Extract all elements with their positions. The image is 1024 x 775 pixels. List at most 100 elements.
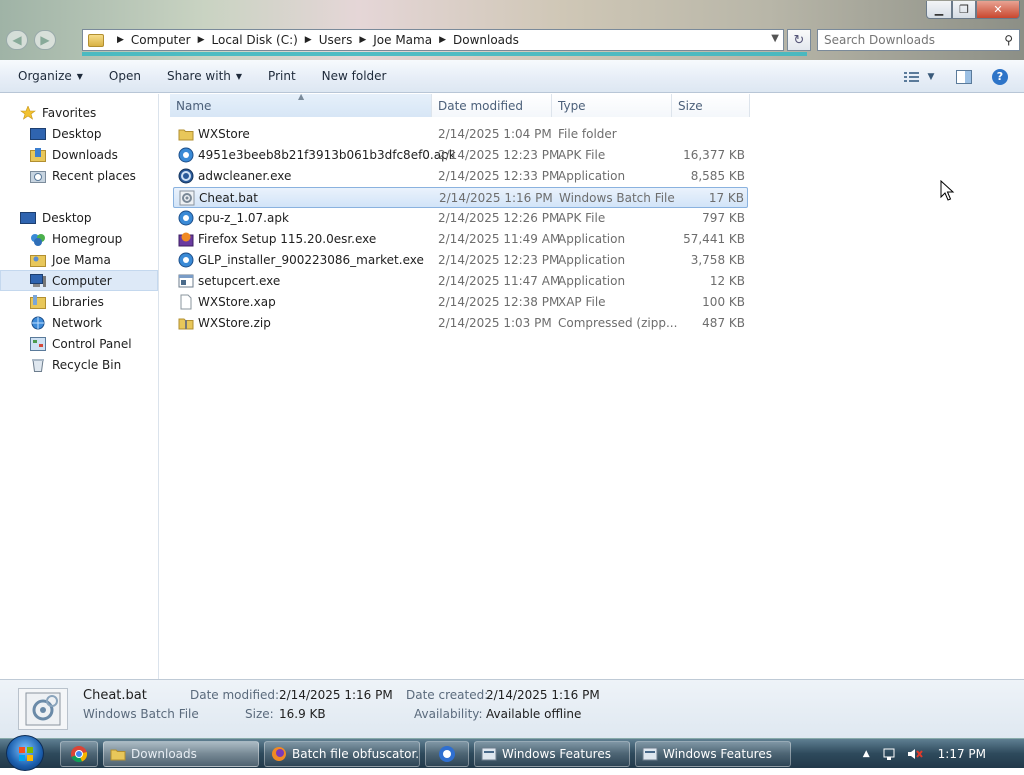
file-row[interactable]: GLP_installer_900223086_market.exe 2/14/… — [173, 250, 748, 271]
nav-libraries[interactable]: Libraries — [0, 291, 158, 312]
folder-icon — [178, 126, 194, 142]
chevron-right-icon[interactable]: ▶ — [359, 35, 366, 45]
taskbar-windows-features-2[interactable]: Windows Features — [635, 741, 791, 767]
file-type: XAP File — [558, 295, 606, 309]
nav-control-panel-label: Control Panel — [52, 336, 132, 351]
file-type: Application — [558, 253, 626, 267]
file-type: File folder — [558, 127, 617, 141]
nav-joe-mama[interactable]: Joe Mama — [0, 249, 158, 270]
search-box[interactable]: ⚲ — [817, 29, 1020, 51]
taskbar-batch-obfuscator[interactable]: Batch file obfuscator... — [264, 741, 420, 767]
taskbar-downloads-label: Downloads — [131, 747, 197, 761]
share-with-label: Share with — [166, 69, 231, 83]
file-row[interactable]: 4951e3beeb8b21f3913b061b3dfc8ef0.apk 2/1… — [173, 145, 748, 166]
maximize-button[interactable]: ❐ — [952, 1, 976, 19]
open-button[interactable]: Open — [100, 60, 150, 92]
new-folder-label: New folder — [321, 69, 387, 83]
address-bar[interactable]: ▶ Computer ▶ Local Disk (C:) ▶ Users ▶ J… — [82, 29, 784, 51]
help-button[interactable]: ? — [988, 67, 1012, 87]
chevron-right-icon[interactable]: ▶ — [439, 35, 446, 45]
file-date: 2/14/2025 12:33 PM — [438, 169, 560, 183]
file-size: 487 KB — [702, 316, 745, 330]
change-view-button[interactable] — [900, 67, 924, 87]
batch-file-icon — [179, 190, 195, 206]
nav-network[interactable]: Network — [0, 312, 158, 333]
preview-pane-button[interactable] — [952, 67, 976, 87]
volume-muted-icon[interactable] — [906, 746, 924, 762]
nav-recycle-bin[interactable]: Recycle Bin — [0, 354, 158, 375]
taskbar-windows-features-1[interactable]: Windows Features — [474, 741, 630, 767]
desktop-icon — [30, 127, 46, 141]
sort-ascending-icon: ▲ — [298, 92, 305, 101]
network-tray-icon[interactable] — [882, 746, 898, 762]
file-type: Application — [558, 274, 626, 288]
nav-downloads[interactable]: Downloads — [0, 144, 158, 165]
details-file-name: Cheat.bat — [83, 688, 147, 703]
taskbar-winfeat1-label: Windows Features — [502, 747, 611, 761]
details-date-created: 2/14/2025 1:16 PM — [486, 688, 600, 702]
search-input[interactable] — [818, 30, 993, 50]
file-name: WXStore — [198, 127, 250, 141]
file-name: cpu-z_1.07.apk — [198, 211, 289, 225]
column-header-date-modified[interactable]: Date modified — [432, 94, 552, 117]
breadcrumb-joe-mama[interactable]: Joe Mama — [373, 33, 432, 47]
file-row[interactable]: WXStore.zip 2/14/2025 1:03 PM Compressed… — [173, 313, 748, 334]
share-with-button[interactable]: Share with ▼ — [158, 60, 251, 92]
nav-control-panel[interactable]: Control Panel — [0, 333, 158, 354]
close-button[interactable]: ✕ — [976, 1, 1020, 19]
nav-desktop-root[interactable]: Desktop — [0, 207, 158, 228]
details-pane: Cheat.bat Windows Batch File Date modifi… — [0, 679, 1024, 738]
breadcrumb-downloads[interactable]: Downloads — [453, 33, 519, 47]
minimize-button[interactable]: ▁ — [926, 1, 952, 19]
details-date-modified-label: Date modified: — [190, 688, 280, 702]
nav-favorites[interactable]: Favorites — [0, 102, 158, 123]
chevron-right-icon[interactable]: ▶ — [305, 35, 312, 45]
start-button[interactable] — [6, 735, 44, 771]
refresh-button[interactable]: ↻ — [787, 29, 811, 51]
file-row-selected[interactable]: Cheat.bat 2/14/2025 1:16 PM Windows Batc… — [173, 187, 748, 208]
new-folder-button[interactable]: New folder — [313, 60, 396, 92]
show-hidden-icons-button[interactable]: ▲ — [863, 749, 870, 759]
column-header-type[interactable]: Type — [552, 94, 672, 117]
file-row[interactable]: Firefox Setup 115.20.0esr.exe 2/14/2025 … — [173, 229, 748, 250]
nav-desktop-root-label: Desktop — [42, 210, 92, 225]
taskbar-chrome[interactable] — [60, 741, 98, 767]
print-button[interactable]: Print — [259, 60, 305, 92]
clock[interactable]: 1:17 PM — [938, 747, 986, 761]
back-button[interactable]: ◀ — [6, 30, 28, 50]
nav-recent-places[interactable]: Recent places — [0, 165, 158, 186]
computer-icon — [30, 273, 46, 288]
organize-button[interactable]: Organize ▼ — [9, 60, 92, 92]
file-row[interactable]: WXStore 2/14/2025 1:04 PM File folder — [173, 124, 748, 145]
column-header-size[interactable]: Size — [672, 94, 750, 117]
nav-computer[interactable]: Computer — [0, 270, 158, 291]
chevron-right-icon[interactable]: ▶ — [198, 35, 205, 45]
nav-desktop[interactable]: Desktop — [0, 123, 158, 144]
chevron-down-icon[interactable]: ▼ — [771, 33, 779, 44]
chevron-right-icon[interactable]: ▶ — [117, 35, 124, 45]
window-controls: ▁ ❐ ✕ — [926, 1, 1020, 19]
forward-button[interactable]: ▶ — [34, 30, 56, 50]
file-name: WXStore.zip — [198, 316, 271, 330]
taskbar-downloads[interactable]: Downloads — [103, 741, 259, 767]
control-panel-icon — [30, 336, 46, 351]
nav-computer-label: Computer — [52, 273, 112, 288]
view-options-dropdown[interactable]: ▼ — [924, 67, 938, 87]
search-icon[interactable]: ⚲ — [1004, 33, 1013, 47]
file-row[interactable]: adwcleaner.exe 2/14/2025 12:33 PM Applic… — [173, 166, 748, 187]
open-label: Open — [108, 69, 141, 83]
installer-icon — [178, 252, 194, 268]
title-bar: ▁ ❐ ✕ ◀ ▶ ▶ Computer ▶ Local Disk (C:) ▶… — [0, 0, 1024, 60]
recent-places-icon — [30, 169, 46, 183]
taskbar-browser[interactable] — [425, 741, 469, 767]
file-type: Compressed (zipp... — [558, 316, 678, 330]
details-date-modified: 2/14/2025 1:16 PM — [279, 688, 393, 702]
breadcrumb-local-disk[interactable]: Local Disk (C:) — [212, 33, 298, 47]
file-row[interactable]: setupcert.exe 2/14/2025 11:47 AM Applica… — [173, 271, 748, 292]
breadcrumb-computer[interactable]: Computer — [131, 33, 191, 47]
breadcrumb-users[interactable]: Users — [319, 33, 353, 47]
desktop-icon — [20, 211, 36, 225]
file-row[interactable]: WXStore.xap 2/14/2025 12:38 PM XAP File … — [173, 292, 748, 313]
nav-homegroup[interactable]: Homegroup — [0, 228, 158, 249]
file-row[interactable]: cpu-z_1.07.apk 2/14/2025 12:26 PM APK Fi… — [173, 208, 748, 229]
